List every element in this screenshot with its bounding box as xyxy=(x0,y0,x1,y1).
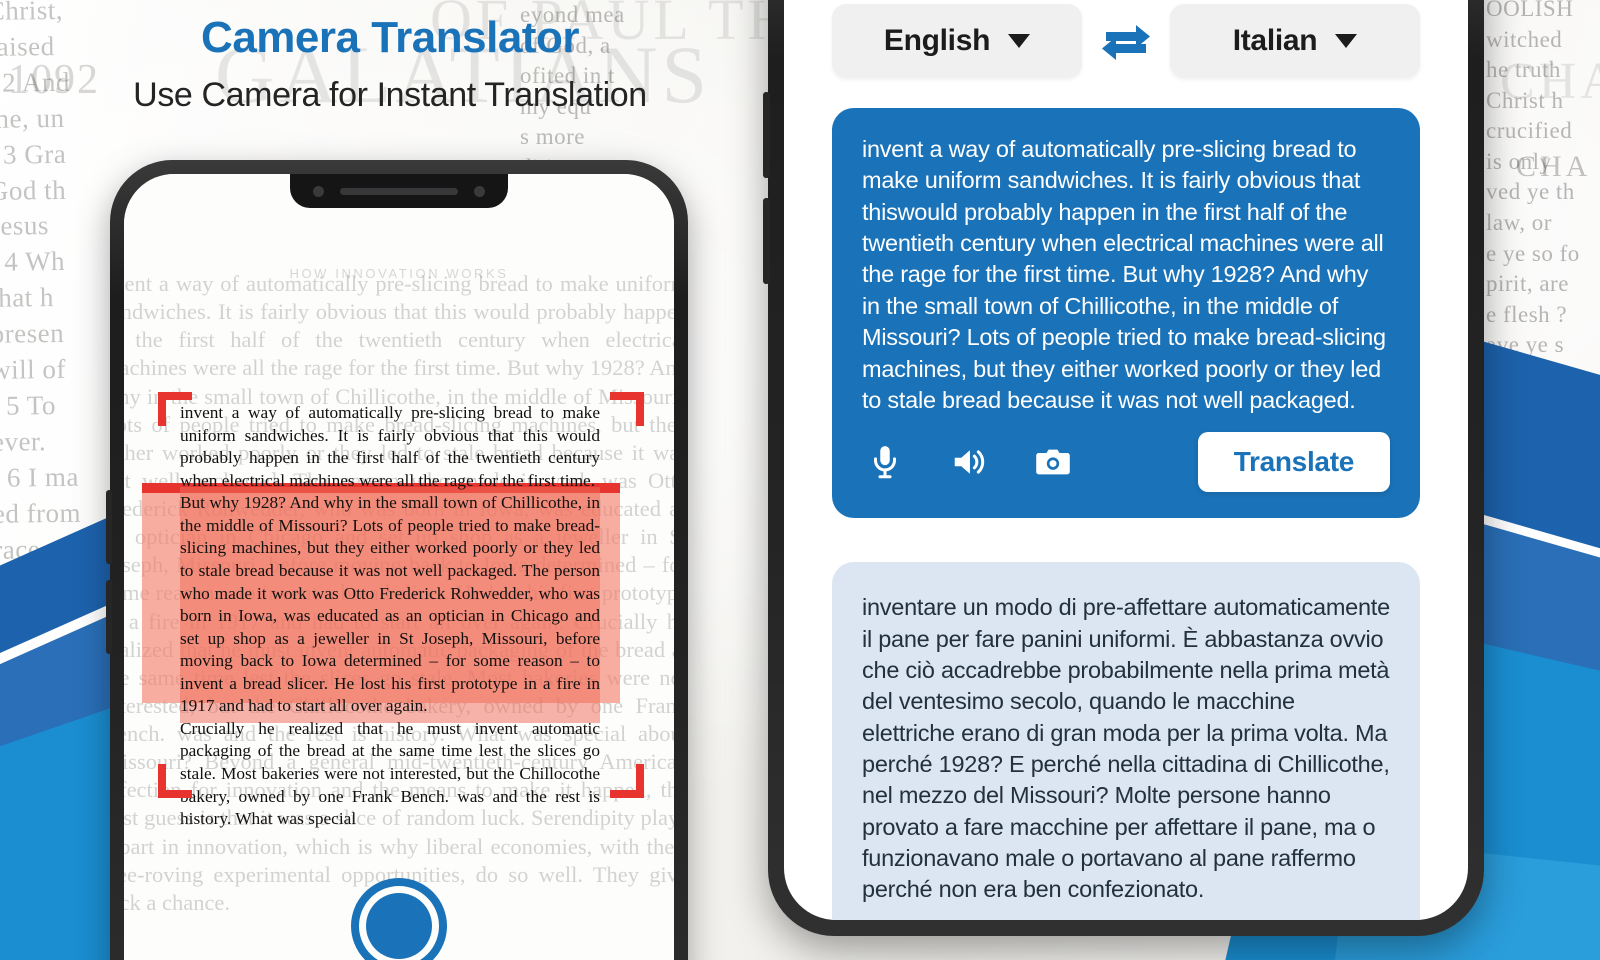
app-promo-screenshot: OF PAUL THE APOSTLE GALATIANS CHA 1092 C… xyxy=(0,0,1600,960)
source-card-actions: Translate xyxy=(862,416,1390,518)
promo-header: Camera Translator Use Camera for Instant… xyxy=(0,13,780,115)
source-text[interactable]: invent a way of automatically pre-slicin… xyxy=(862,134,1390,416)
source-language-selector[interactable]: English xyxy=(832,4,1082,78)
right-phone-mockup: English Italian invent a way of automati… xyxy=(763,0,1484,936)
scan-bracket-bottom-right xyxy=(610,764,644,798)
translate-button[interactable]: Translate xyxy=(1197,432,1390,493)
language-selection-bar: English Italian xyxy=(832,4,1420,78)
earpiece-speaker-icon xyxy=(340,187,458,195)
target-card-actions xyxy=(862,906,1390,920)
chevron-down-icon xyxy=(1008,34,1031,48)
target-language-label: Italian xyxy=(1232,24,1318,57)
chevron-down-icon xyxy=(1335,34,1358,48)
target-language-selector[interactable]: Italian xyxy=(1170,4,1420,78)
ocr-text-highlighted: But why 1928? And why in the small town … xyxy=(180,492,600,718)
background-right-chapter-label: CHA xyxy=(1516,150,1592,183)
camera-icon[interactable] xyxy=(1034,443,1072,481)
ocr-text-bottom: Crucially he realized that he must inven… xyxy=(180,718,600,829)
left-phone-screen: HOW INNOVATION WORKS nvent a way of auto… xyxy=(124,174,674,960)
translated-text-card: inventare un modo di pre-affettare autom… xyxy=(832,562,1420,920)
swap-languages-icon[interactable] xyxy=(1096,17,1156,65)
source-language-label: English xyxy=(883,24,991,57)
left-phone-mockup: HOW INNOVATION WORKS nvent a way of auto… xyxy=(106,160,688,960)
right-phone-volume-down-button[interactable] xyxy=(763,198,770,284)
left-phone-notch xyxy=(290,174,508,208)
right-phone-volume-up-button[interactable] xyxy=(763,92,770,178)
left-phone-volume-up-button[interactable] xyxy=(106,490,112,564)
speaker-icon[interactable] xyxy=(950,443,988,481)
proximity-sensor-icon xyxy=(474,185,485,197)
front-camera-icon xyxy=(313,185,324,197)
source-text-card: invent a way of automatically pre-slicin… xyxy=(832,108,1420,519)
scan-bracket-bottom-left xyxy=(158,764,192,798)
copy-document-icon[interactable] xyxy=(1250,916,1286,920)
scan-bracket-top-left xyxy=(158,392,192,426)
ocr-detected-text: invent a way of automatically pre-slicin… xyxy=(180,402,600,831)
app-title: Camera Translator xyxy=(201,13,579,62)
right-phone-screen: English Italian invent a way of automati… xyxy=(784,0,1468,920)
app-subtitle: Use Camera for Instant Translation xyxy=(133,76,647,115)
left-phone-volume-down-button[interactable] xyxy=(106,580,112,654)
scan-bracket-top-right xyxy=(610,392,644,426)
speaker-icon[interactable] xyxy=(1338,916,1374,920)
ocr-text-top: invent a way of automatically pre-slicin… xyxy=(180,403,600,490)
microphone-icon[interactable] xyxy=(866,443,904,481)
translated-text[interactable]: inventare un modo di pre-affettare autom… xyxy=(862,592,1390,906)
